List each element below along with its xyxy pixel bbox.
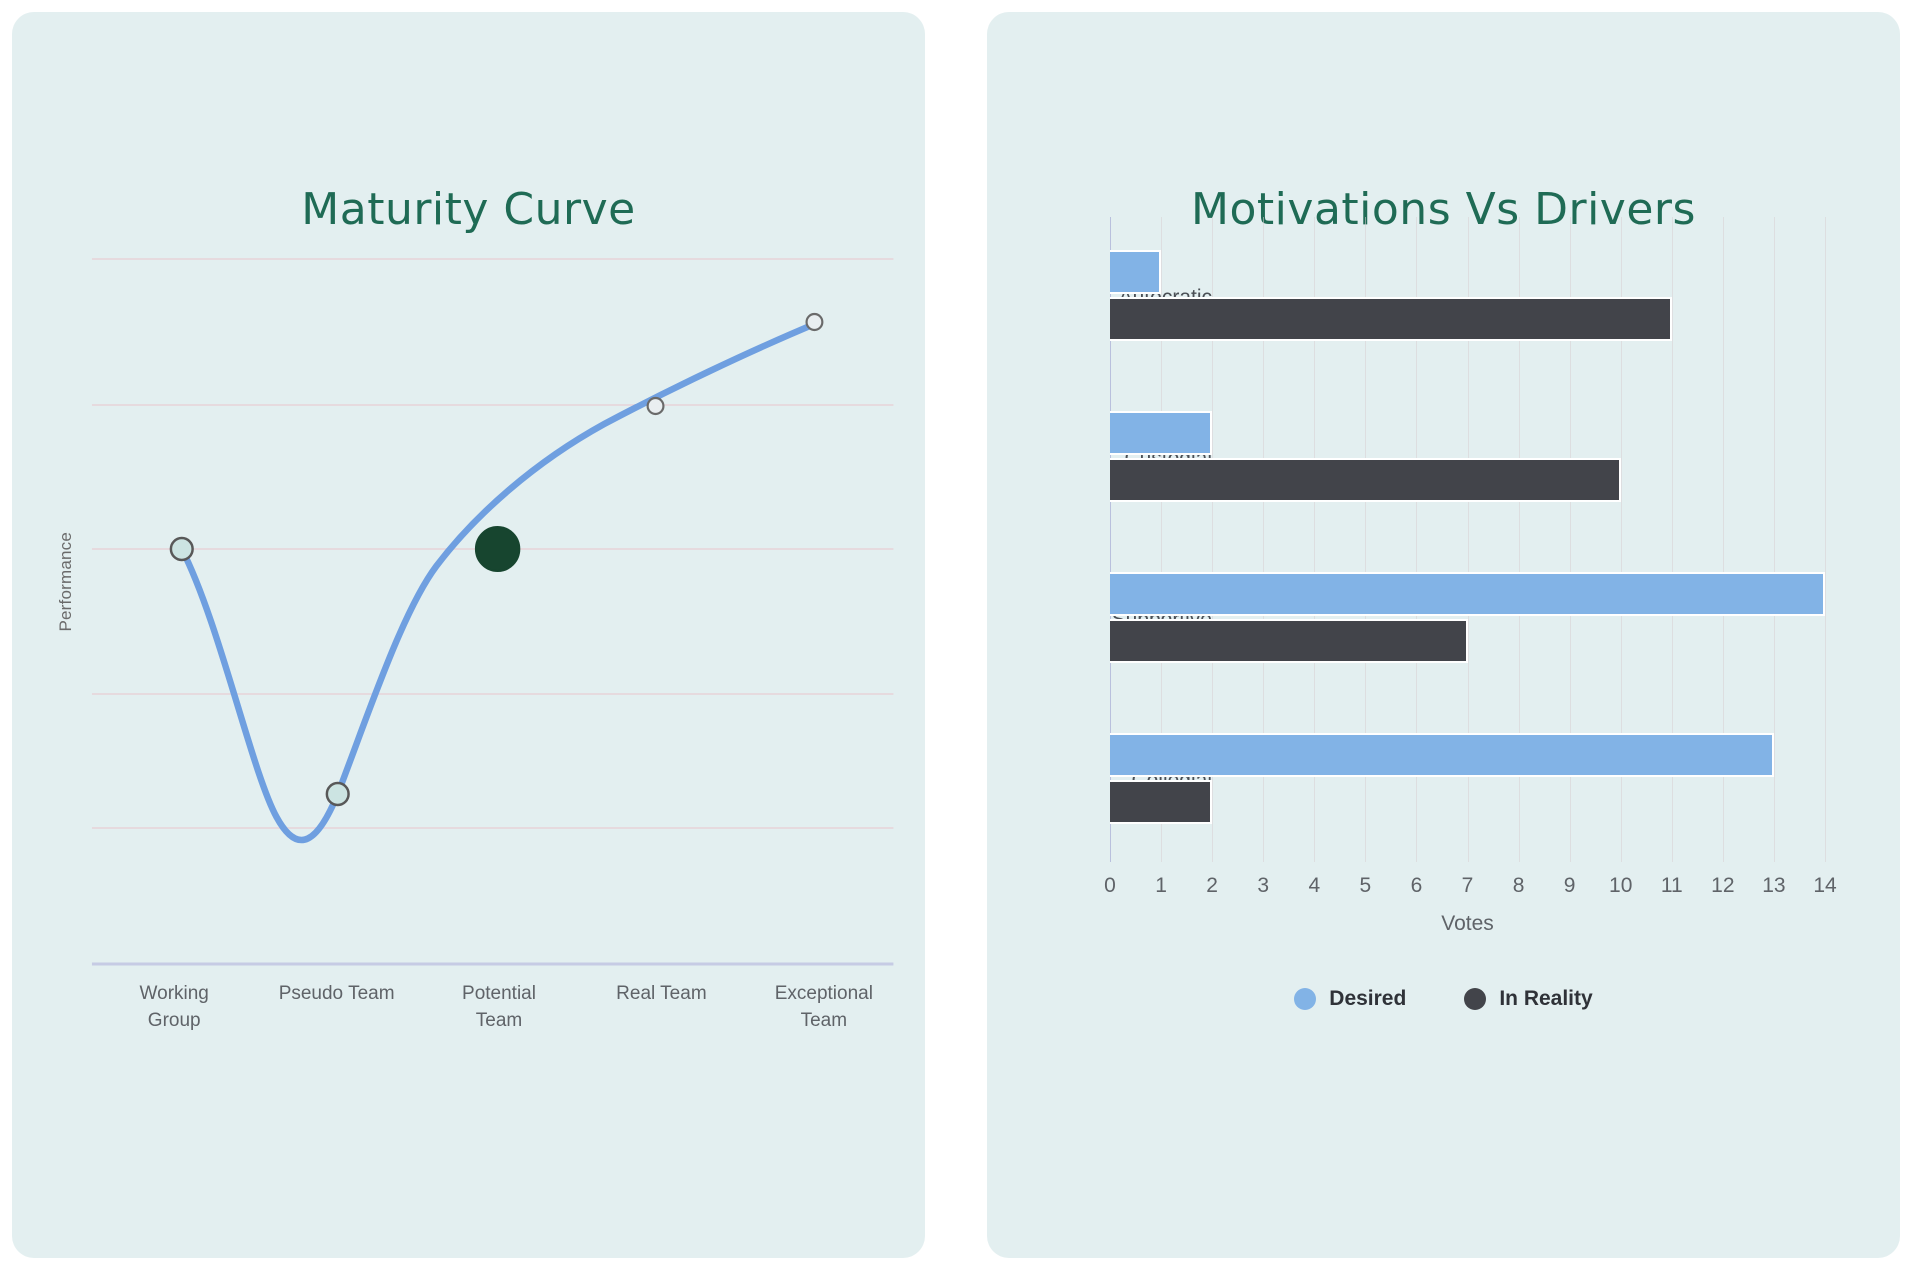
x-tick-working-group: Working Group xyxy=(139,983,209,1031)
x-tick-12: 12 xyxy=(1711,874,1735,897)
bar-group-autocratic: Autocratic xyxy=(1110,217,1825,378)
curve-point-exceptional-team xyxy=(805,312,824,332)
motivations-drivers-card: Motivations Vs Drivers AutocraticCustodi… xyxy=(987,12,1900,1258)
bar-custodial-desired[interactable] xyxy=(1110,411,1213,455)
x-tick-real-team: Real Team xyxy=(616,983,707,1004)
curve-point-working-group xyxy=(169,536,194,562)
bar-collegial-in-reality[interactable] xyxy=(1110,780,1213,824)
maturity-curve-svg xyxy=(91,258,894,966)
curve-point-real-team xyxy=(646,396,665,416)
bar-supportive-in-reality[interactable] xyxy=(1110,619,1468,663)
motivations-bar-plot: AutocraticCustodialSupportiveCollegial 0… xyxy=(987,12,1900,1258)
x-tick-6: 6 xyxy=(1410,874,1423,897)
bar-autocratic-in-reality[interactable] xyxy=(1110,297,1672,341)
maturity-curve-card: Maturity Curve Performance Working Group… xyxy=(12,12,925,1258)
maturity-x-tick-labels: Working Group Pseudo Team Potential Team… xyxy=(93,980,905,1034)
bar-group-custodial: Custodial xyxy=(1110,378,1825,539)
legend-item-desired[interactable]: Desired xyxy=(1294,987,1406,1011)
bar-autocratic-desired[interactable] xyxy=(1110,250,1162,294)
bar-supportive-desired[interactable] xyxy=(1110,572,1825,616)
legend-label-in-reality: In Reality xyxy=(1499,987,1593,1010)
x-tick-5: 5 xyxy=(1359,874,1372,897)
x-tick-0: 0 xyxy=(1104,874,1116,897)
curve-point-potential-team xyxy=(474,526,521,572)
bar-chart-legend: Desired In Reality xyxy=(987,987,1900,1011)
x-tick-8: 8 xyxy=(1512,874,1525,897)
x-tick-10: 10 xyxy=(1609,874,1633,897)
x-tick-4: 4 xyxy=(1308,874,1321,897)
x-tick-14: 14 xyxy=(1813,874,1837,897)
bar-group-supportive: Supportive xyxy=(1110,539,1825,700)
legend-dot-desired xyxy=(1294,988,1317,1010)
maturity-curve-plot: Performance Working Group Pseudo Team Po… xyxy=(12,12,925,1258)
bar-custodial-in-reality[interactable] xyxy=(1110,458,1621,502)
legend-label-desired: Desired xyxy=(1329,987,1407,1010)
bar-groups: AutocraticCustodialSupportiveCollegial xyxy=(1110,217,1825,862)
legend-item-in-reality[interactable]: In Reality xyxy=(1464,987,1593,1011)
x-tick-7: 7 xyxy=(1461,874,1474,897)
maturity-curve-line xyxy=(178,318,823,844)
votes-axis-label: Votes xyxy=(1441,912,1494,935)
x-tick-13: 13 xyxy=(1762,874,1786,897)
x-tick-2: 2 xyxy=(1206,874,1218,897)
dashboard-page: Maturity Curve Performance Working Group… xyxy=(0,0,1920,1277)
bar-group-collegial: Collegial xyxy=(1110,700,1825,861)
x-tick-exceptional-team: Exceptional Team xyxy=(774,983,873,1031)
bar-collegial-desired[interactable] xyxy=(1110,733,1774,777)
gridline-14 xyxy=(1825,217,1826,862)
x-tick-3: 3 xyxy=(1257,874,1270,897)
curve-point-pseudo-team xyxy=(325,781,350,807)
x-tick-potential-team: Potential Team xyxy=(462,983,536,1031)
x-tick-pseudo-team: Pseudo Team xyxy=(278,983,395,1004)
legend-dot-in-reality xyxy=(1464,988,1487,1010)
performance-axis-label: Performance xyxy=(56,532,75,632)
x-tick-1: 1 xyxy=(1155,874,1167,897)
x-tick-9: 9 xyxy=(1563,874,1576,897)
x-tick-11: 11 xyxy=(1660,874,1683,897)
bar-x-tick-labels: 0 1 2 3 4 5 6 7 8 9 10 11 12 13 14 xyxy=(1104,874,1837,904)
